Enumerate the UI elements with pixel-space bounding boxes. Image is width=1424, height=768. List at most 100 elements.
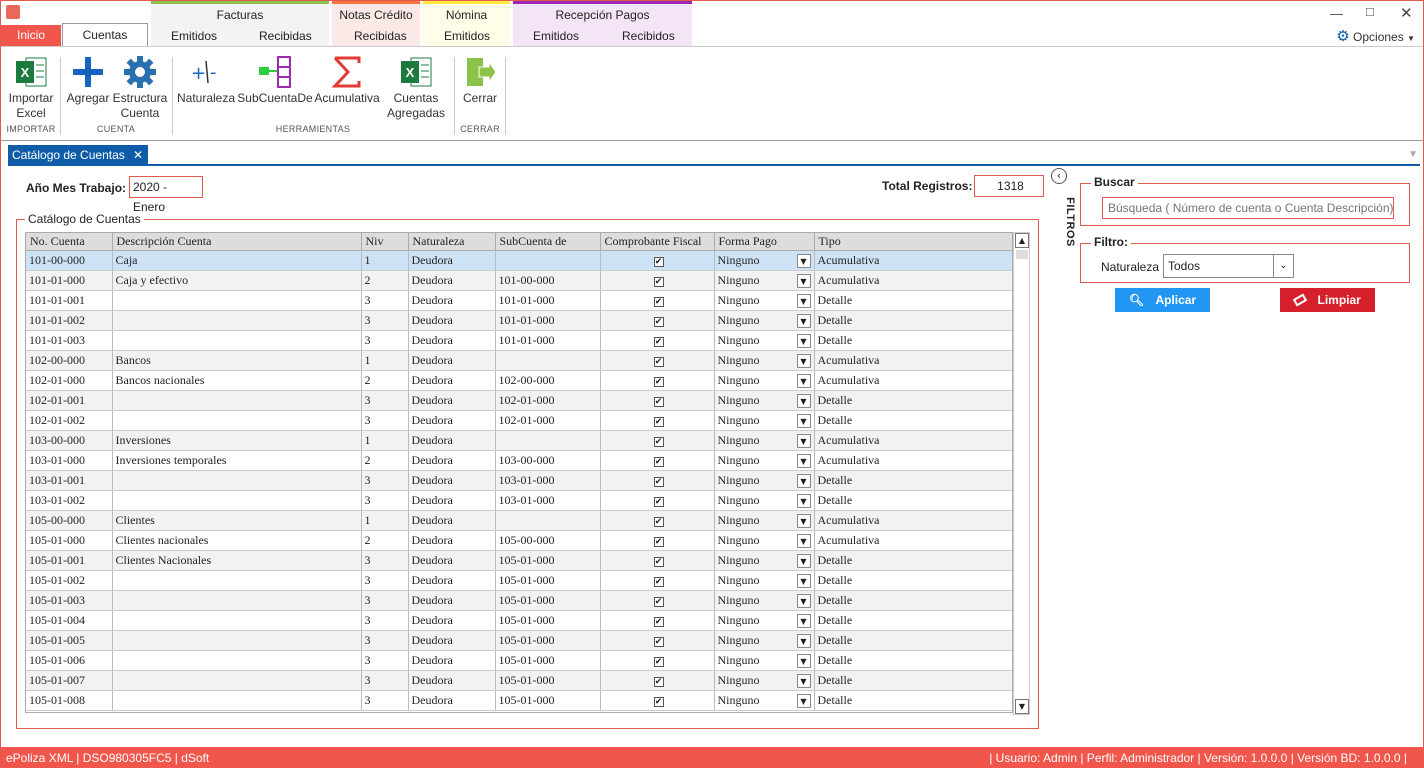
search-input[interactable] — [1102, 197, 1394, 219]
chevron-left-icon[interactable]: ‹ — [1051, 168, 1067, 184]
comprobante-checkbox[interactable]: ✔ — [653, 536, 664, 547]
chevron-down-icon[interactable]: ▼ — [796, 653, 811, 668]
aplicar-button[interactable]: 🔍︎ Aplicar — [1115, 288, 1210, 312]
comprobante-checkbox[interactable]: ✔ — [653, 256, 664, 267]
table-row[interactable]: 103-00-000 Inversiones 1 Deudora ✔ Ninguno ▼ Ac… — [26, 430, 1012, 451]
chevron-down-icon[interactable]: ▼ — [796, 533, 811, 548]
comprobante-checkbox[interactable]: ✔ — [653, 376, 664, 387]
table-row[interactable]: 101-00-000 Caja 1 Deudora ✔ Ninguno ▼ Acumulati… — [26, 250, 1012, 271]
cerrar-button[interactable]: Cerrar — [459, 55, 501, 106]
close-tab-icon[interactable]: ✕ — [133, 145, 143, 165]
table-row[interactable]: 101-01-001 3 Deudora 101-01-000 ✔ Ninguno ▼ Det… — [26, 290, 1012, 311]
tab-notas-recibidas[interactable]: Recibidas — [354, 29, 407, 43]
chevron-down-icon[interactable]: ▼ — [796, 313, 811, 328]
col-header[interactable]: Forma Pago — [714, 233, 815, 251]
limpiar-button[interactable]: Limpiar — [1280, 288, 1375, 312]
chevron-down-icon[interactable]: ▼ — [796, 593, 811, 608]
table-row[interactable]: 103-01-000 Inversiones temporales 2 Deudora… — [26, 450, 1012, 471]
comprobante-checkbox[interactable]: ✔ — [653, 496, 664, 507]
chevron-down-icon[interactable]: ▼ — [796, 353, 811, 368]
table-row[interactable]: 101-01-003 3 Deudora 101-01-000 ✔ Ninguno ▼ Det… — [26, 330, 1012, 351]
tab-inicio[interactable]: Inicio — [1, 25, 61, 46]
comprobante-checkbox[interactable]: ✔ — [653, 556, 664, 567]
table-row[interactable]: 102-01-000 Bancos nacionales 2 Deudora 102-0… — [26, 370, 1012, 391]
comprobante-checkbox[interactable]: ✔ — [653, 416, 664, 427]
chevron-down-icon[interactable]: ▼ — [796, 673, 811, 688]
chevron-down-icon[interactable]: ▼ — [796, 433, 811, 448]
chevron-down-icon[interactable]: ▼ — [796, 453, 811, 468]
comprobante-checkbox[interactable]: ✔ — [653, 476, 664, 487]
table-row[interactable]: 101-01-002 3 Deudora 101-01-000 ✔ Ninguno ▼ Det… — [26, 310, 1012, 331]
maximize-icon[interactable]: □ — [1366, 4, 1374, 19]
minimize-icon[interactable]: — — [1330, 6, 1343, 21]
tab-facturas-emitidos[interactable]: Emitidos — [171, 29, 217, 43]
subcuentade-button[interactable]: SubCuentaDe — [237, 55, 313, 106]
chevron-down-icon[interactable]: ▼ — [796, 333, 811, 348]
comprobante-checkbox[interactable]: ✔ — [653, 576, 664, 587]
chevron-down-icon[interactable]: ▼ — [796, 613, 811, 628]
comprobante-checkbox[interactable]: ✔ — [653, 436, 664, 447]
comprobante-checkbox[interactable]: ✔ — [653, 636, 664, 647]
cuentas-agregadas-button[interactable]: X Cuentas Agregadas — [385, 55, 447, 121]
importar-excel-button[interactable]: X Importar Excel — [5, 55, 57, 121]
chevron-down-icon[interactable]: ▼ — [796, 573, 811, 588]
table-row[interactable]: 101-01-000 Caja y efectivo 2 Deudora 101-00-… — [26, 270, 1012, 291]
col-header[interactable]: SubCuenta de — [495, 233, 601, 251]
comprobante-checkbox[interactable]: ✔ — [653, 596, 664, 607]
comprobante-checkbox[interactable]: ✔ — [653, 296, 664, 307]
table-row[interactable]: 105-01-003 3 Deudora 105-01-000 ✔ Ninguno ▼ Det… — [26, 590, 1012, 611]
chevron-down-icon[interactable]: ▼ — [796, 473, 811, 488]
chevron-down-icon[interactable]: ▼ — [796, 633, 811, 648]
comprobante-checkbox[interactable]: ✔ — [653, 336, 664, 347]
opciones-menu[interactable]: ⚙ Opciones ▼ — [1336, 27, 1415, 45]
tab-pagos-recibidos[interactable]: Recibidos — [622, 29, 675, 43]
chevron-down-icon[interactable]: ▼ — [796, 513, 811, 528]
table-row[interactable]: 105-01-005 3 Deudora 105-01-000 ✔ Ninguno ▼ Det… — [26, 630, 1012, 651]
table-row[interactable]: 103-01-002 3 Deudora 103-01-000 ✔ Ninguno ▼ Det… — [26, 490, 1012, 511]
comprobante-checkbox[interactable]: ✔ — [653, 616, 664, 627]
chevron-down-icon[interactable]: ▼ — [796, 253, 811, 268]
pin-icon[interactable]: ▼ — [1408, 149, 1418, 160]
chevron-down-icon[interactable]: ▼ — [796, 413, 811, 428]
naturaleza-select[interactable]: Todos ⌄ — [1163, 254, 1294, 278]
comprobante-checkbox[interactable]: ✔ — [653, 356, 664, 367]
col-header[interactable]: Naturaleza — [408, 233, 496, 251]
table-row[interactable]: 105-01-000 Clientes nacionales 2 Deudora 105… — [26, 530, 1012, 551]
comprobante-checkbox[interactable]: ✔ — [653, 516, 664, 527]
col-header[interactable]: Descripción Cuenta — [112, 233, 362, 251]
table-row[interactable]: 102-01-002 3 Deudora 102-01-000 ✔ Ninguno ▼ Det… — [26, 410, 1012, 431]
comprobante-checkbox[interactable]: ✔ — [653, 396, 664, 407]
comprobante-checkbox[interactable]: ✔ — [653, 696, 664, 707]
table-row[interactable]: 102-00-000 Bancos 1 Deudora ✔ Ninguno ▼ Acumula… — [26, 350, 1012, 371]
acumulativa-button[interactable]: Acumulativa — [314, 55, 380, 106]
scroll-up-icon[interactable]: ▲ — [1015, 233, 1029, 248]
chevron-down-icon[interactable]: ▼ — [796, 293, 811, 308]
comprobante-checkbox[interactable]: ✔ — [653, 276, 664, 287]
table-row[interactable]: 105-01-002 3 Deudora 105-01-000 ✔ Ninguno ▼ Det… — [26, 570, 1012, 591]
doc-tab-catalogo[interactable]: Catálogo de Cuentas ✕ — [8, 145, 148, 165]
chevron-down-icon[interactable]: ▼ — [796, 693, 811, 708]
table-row[interactable]: 105-01-007 3 Deudora 105-01-000 ✔ Ninguno ▼ Det… — [26, 670, 1012, 691]
estructura-cuenta-button[interactable]: Estructura Cuenta — [112, 55, 168, 121]
accounts-grid[interactable]: No. Cuenta Descripción Cuenta Niv Natura… — [25, 232, 1013, 713]
agregar-button[interactable]: Agregar — [65, 55, 111, 106]
table-row[interactable]: 105-01-006 3 Deudora 105-01-000 ✔ Ninguno ▼ Det… — [26, 650, 1012, 671]
comprobante-checkbox[interactable]: ✔ — [653, 456, 664, 467]
comprobante-checkbox[interactable]: ✔ — [653, 676, 664, 687]
table-row[interactable]: 105-00-000 Clientes 1 Deudora ✔ Ninguno ▼ Acumu… — [26, 510, 1012, 531]
tab-facturas-recibidas[interactable]: Recibidas — [259, 29, 312, 43]
table-row[interactable]: 105-01-008 3 Deudora 105-01-000 ✔ Ninguno ▼ Det… — [26, 690, 1012, 711]
table-row[interactable]: 105-01-001 Clientes Nacionales 3 Deudora 105… — [26, 550, 1012, 571]
close-icon[interactable]: ✕ — [1400, 4, 1413, 22]
col-header[interactable]: Niv — [361, 233, 409, 251]
chevron-down-icon[interactable]: ▼ — [796, 373, 811, 388]
tab-nomina-emitidos[interactable]: Emitidos — [444, 29, 490, 43]
filtros-toggle[interactable]: ‹ FILTROS — [1051, 168, 1076, 248]
col-header[interactable]: No. Cuenta — [26, 233, 113, 251]
naturaleza-button[interactable]: + - Naturaleza — [177, 55, 235, 106]
anio-mes-field[interactable]: 2020 - Enero — [129, 176, 203, 214]
col-header[interactable]: Tipo — [814, 233, 1012, 251]
table-row[interactable]: 103-01-001 3 Deudora 103-01-000 ✔ Ninguno ▼ Det… — [26, 470, 1012, 491]
grid-scrollbar[interactable]: ▲ ▼ — [1013, 232, 1030, 715]
chevron-down-icon[interactable]: ▼ — [796, 393, 811, 408]
